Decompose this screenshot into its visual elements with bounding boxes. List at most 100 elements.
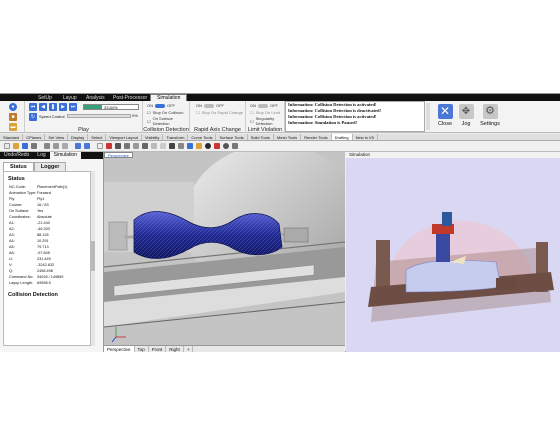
off-label: OFF [216,103,224,108]
render-icon[interactable] [196,143,202,149]
toolbar-tab[interactable]: Mesh Tools [274,134,302,140]
viewport-tab-add[interactable]: + [184,346,194,352]
simulation-viewport[interactable]: Simulation [346,152,560,352]
material-icon[interactable] [205,143,211,149]
stop-on-rapid-checkbox[interactable]: ☐ Stop On Rapid Change [196,110,243,115]
perspective-viewport[interactable]: Perspective Perspective Top Front Right … [104,152,345,352]
skip-forward-icon[interactable]: ⏭ [69,103,77,111]
stop-on-limit-checkbox[interactable]: ☐ Stop On Limit [250,110,280,115]
toolbar-tab[interactable]: Curve Tools [188,134,217,140]
settings-button[interactable]: ⚙ Settings [477,102,503,133]
status-key: Layup Length: [9,281,34,285]
toolbar-tab[interactable]: Transform [163,134,189,140]
play-icon[interactable]: ▶ [59,103,67,111]
ribbon-tab-bar: SetUp Layup Analysis Post-Processor Simu… [0,94,560,101]
viewport-tab-front[interactable]: Front [149,346,167,352]
grid-icon[interactable] [169,143,175,149]
pan-icon[interactable] [106,143,112,149]
on-label: ON [147,103,153,108]
save-icon[interactable]: ■ [9,113,17,121]
collision-toggle[interactable]: ON OFF [147,103,175,108]
shaded-icon[interactable] [187,143,193,149]
switch-icon [204,103,214,108]
stop-on-rapid-label: Stop On Rapid Change [201,110,243,115]
rapid-group-label: Rapid Axis Change [194,127,241,133]
panel-tab-log[interactable]: Log [33,152,49,159]
viewport-tab-perspective[interactable]: Perspective [104,346,135,352]
limit-group: ON OFF ☐ Stop On Limit ☐ Singularity Detect… [246,101,285,133]
pause-icon[interactable]: ❚ [49,103,57,111]
cplane-icon[interactable] [178,143,184,149]
off-label: OFF [270,103,278,108]
open-folder-icon[interactable] [13,143,19,149]
rapid-toggle[interactable]: ON OFF [196,103,224,108]
zoom-selected-icon[interactable] [151,143,157,149]
speed-slider[interactable] [67,114,131,118]
undo-icon[interactable] [75,143,81,149]
panel-tab-simulation[interactable]: Simulation [49,152,81,159]
speed-label: Speed Control [39,114,65,119]
status-row: Layup Length: 69598.5 [4,280,90,286]
toolbar-tab[interactable]: Drafting [331,134,353,140]
toolbar-tab[interactable]: Select [88,134,107,140]
rapid-axis-group: ON OFF ☐ Stop On Rapid Change Rapid Axis C… [190,101,246,133]
toolbar-tab[interactable]: Viewport Layout [106,134,142,140]
tab-status[interactable]: Status [3,162,34,171]
gear-icon: ⚙ [482,104,498,119]
options-icon[interactable]: ● [9,103,17,111]
new-file-icon[interactable] [4,143,10,149]
step-back-icon[interactable]: ◀ [39,103,47,111]
toolbar-tab[interactable]: Solid Tools [248,134,274,140]
zoom-extents-icon[interactable] [142,143,148,149]
tab-logger[interactable]: Logger [33,162,67,171]
toolbar-tab[interactable]: Display [68,134,89,140]
status-scrollbar[interactable] [91,171,95,346]
panel-tab-undo-redo[interactable]: Undo/Redo [0,152,33,159]
viewport-tabs: Perspective Top Front Right + [104,345,345,352]
cut-icon[interactable] [44,143,50,149]
loop-icon[interactable]: ↻ [29,113,37,121]
save-icon[interactable] [22,143,28,149]
toolbar-tab[interactable]: Surface Tools [216,134,248,140]
redo-icon[interactable] [84,143,90,149]
tab-simulation[interactable]: Simulation [150,94,188,101]
toolbar-tab[interactable]: Visibility [142,134,164,140]
viewport-tab-right[interactable]: Right [166,346,184,352]
toolbar-tab[interactable]: New in V5 [353,134,378,140]
zoom-icon[interactable] [124,143,130,149]
message-scrollbar[interactable] [426,103,430,130]
collision-heading: Collision Detection [8,292,58,298]
mandrel-part [405,259,502,293]
options-icon[interactable] [223,143,229,149]
light-icon[interactable] [214,143,220,149]
skip-back-icon[interactable]: ⏮ [29,103,37,111]
toolbar-tab[interactable]: Set View [45,134,69,140]
folder-icon[interactable]: ▬ [9,123,17,131]
toolbar-tab[interactable]: CPlanes [23,134,46,140]
zoom-window-icon[interactable] [133,143,139,149]
limit-toggle[interactable]: ON OFF [250,103,278,108]
copy-icon[interactable] [53,143,59,149]
viewport-label[interactable]: Perspective [104,152,133,158]
surface-detection-checkbox[interactable]: ☐ On Surface Detection [147,116,189,126]
jog-icon: ✥ [458,104,474,119]
undo-view-icon[interactable] [160,143,166,149]
select-icon[interactable] [97,143,103,149]
toolbar-tab[interactable]: Render Tools [301,134,332,140]
stop-on-collision-checkbox[interactable]: ☐ Stop On Collision [147,110,184,115]
scroll-thumb[interactable] [91,241,95,271]
help-icon[interactable] [232,143,238,149]
paste-icon[interactable] [62,143,68,149]
singularity-checkbox[interactable]: ☐ Singularity Detection [250,116,284,126]
left-pillar [376,240,390,290]
viewport-tab-top[interactable]: Top [135,346,149,352]
jog-button[interactable]: ✥ Jog [453,102,479,133]
effector [442,212,452,226]
panel-tabs: Undo/Redo Log Simulation [0,152,103,159]
print-icon[interactable] [31,143,37,149]
status-heading: Status [8,176,25,182]
rotate-icon[interactable] [115,143,121,149]
tailstock [283,227,309,243]
left-panel: Undo/Redo Log Simulation Status Logger S… [0,152,104,352]
toolbar-tab[interactable]: Standard [0,134,24,140]
